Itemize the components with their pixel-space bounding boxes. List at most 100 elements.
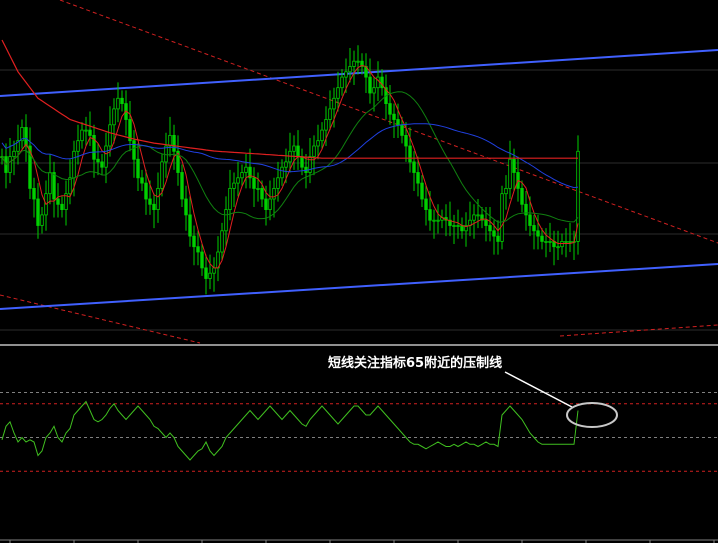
annotation-text: 短线关注指标65附近的压制线	[328, 356, 503, 371]
candle-body	[56, 198, 60, 205]
candle-body	[532, 225, 536, 232]
candle-body	[152, 203, 156, 211]
candle-body	[420, 182, 424, 200]
candle-body	[232, 182, 236, 189]
candle-body	[140, 177, 144, 184]
candle-body	[268, 198, 272, 210]
annotation-circle	[566, 402, 618, 428]
candle-body	[504, 187, 508, 195]
candle-body	[276, 177, 280, 189]
candle-body	[256, 187, 260, 190]
candle-body	[36, 198, 40, 226]
candle-body	[144, 182, 148, 200]
candle-body	[252, 177, 256, 189]
candle-body	[460, 225, 464, 232]
candle-body	[376, 76, 380, 89]
candle-body	[472, 214, 476, 221]
candle-body	[100, 161, 104, 168]
channel-upper-line	[0, 49, 718, 97]
candle-body	[544, 240, 548, 243]
candle-body	[396, 119, 400, 126]
candle-body	[564, 240, 568, 243]
candle-body	[148, 198, 152, 205]
candle-body	[72, 150, 76, 179]
candle-body	[24, 127, 28, 147]
candle-body	[548, 240, 552, 243]
candle-body	[292, 145, 296, 152]
candle-body	[272, 187, 276, 200]
candle-body	[200, 251, 204, 269]
candle-body	[356, 60, 360, 63]
candle-body	[240, 172, 244, 179]
candle-body	[188, 214, 192, 237]
candle-body	[320, 129, 324, 142]
candle-body	[340, 76, 344, 89]
candle-body	[452, 225, 456, 227]
candle-body	[68, 177, 72, 195]
candle-body	[184, 198, 188, 216]
candle-body	[208, 272, 212, 279]
candle-body	[260, 187, 264, 200]
candle-body	[560, 240, 564, 248]
candle-body	[284, 161, 288, 168]
candle-body	[316, 140, 320, 147]
candle-body	[108, 124, 112, 147]
candle-body	[76, 140, 80, 152]
candle-body	[156, 187, 160, 210]
candle-body	[80, 129, 84, 142]
candle-body	[192, 235, 196, 248]
candle-body	[48, 172, 52, 195]
candle-body	[212, 267, 216, 274]
candle-body	[264, 198, 268, 210]
candle-body	[132, 140, 136, 160]
candle-body	[32, 187, 36, 200]
candle-body	[180, 172, 184, 200]
candle-body	[568, 240, 572, 243]
candle-body	[456, 225, 460, 227]
candle-body	[528, 214, 532, 226]
candle-body	[428, 209, 432, 221]
candle-body	[116, 97, 120, 110]
candle-body	[476, 214, 480, 217]
candle-body	[536, 230, 540, 237]
price-panel	[0, 0, 718, 346]
candle-body	[372, 87, 376, 94]
candle-body	[324, 119, 328, 131]
candle-body	[204, 267, 208, 279]
candle-body	[400, 124, 404, 136]
candle-body	[224, 209, 228, 232]
candle-body	[220, 230, 224, 253]
candle-body	[160, 161, 164, 189]
candle-body	[556, 246, 560, 249]
candle-body	[236, 177, 240, 184]
candle-body	[488, 225, 492, 232]
candle-body	[96, 158, 100, 163]
candle-body	[432, 219, 436, 222]
channel-lower-line	[0, 263, 718, 310]
candle-body	[8, 156, 12, 173]
candle-body	[512, 158, 516, 173]
candle-body	[520, 187, 524, 205]
candle-body	[500, 193, 504, 242]
dashed-trend-line	[559, 324, 718, 337]
oscillator-line	[1, 400, 579, 461]
candle-body	[540, 235, 544, 242]
candle-body	[296, 145, 300, 157]
candle-body	[172, 134, 176, 152]
chart-canvas	[0, 0, 718, 543]
candle-body	[112, 108, 116, 126]
candle-body	[508, 158, 512, 189]
candle-body	[368, 76, 372, 94]
candle-body	[416, 172, 420, 184]
candle-body	[228, 187, 232, 210]
candle-body	[312, 145, 316, 157]
candle-body	[60, 203, 64, 211]
candle-body	[280, 166, 284, 179]
candle-body	[496, 235, 500, 242]
candle-body	[88, 129, 92, 136]
candle-body	[104, 145, 108, 168]
candle-body	[408, 145, 412, 163]
candle-body	[348, 66, 352, 73]
candle-body	[332, 97, 336, 110]
candle-body	[120, 97, 124, 105]
